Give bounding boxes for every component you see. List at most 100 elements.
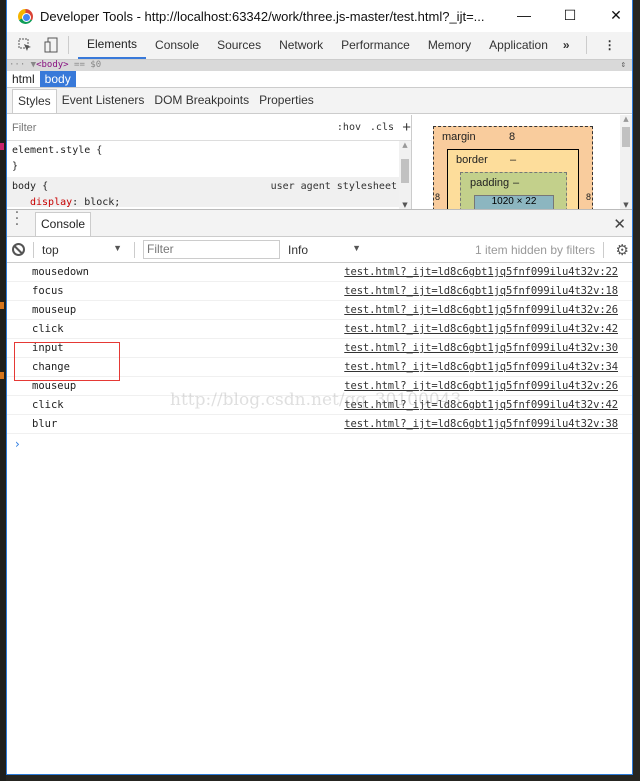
console-settings-gear-icon[interactable]: ⚙ [616,241,629,259]
hover-state-button[interactable]: :hov [337,122,361,133]
margin-label: margin [442,131,476,143]
console-message-text[interactable]: blur [32,415,57,433]
console-drawer: · · · Console ✕ top ▼ Filter Info ▼ 1 item… [7,206,632,774]
clear-console-icon[interactable] [12,243,25,256]
context-selector[interactable]: top ▼ [42,243,122,257]
scrollbar-thumb[interactable] [622,127,630,147]
console-message-source-link[interactable]: test.html?_ijt=ld8c6gbt1jq5fnf099ilu4t32… [344,377,618,395]
console-message-source-link[interactable]: test.html?_ijt=ld8c6gbt1jq5fnf099ilu4t32… [344,301,618,319]
border-top-value[interactable]: – [510,154,516,166]
tab-console[interactable]: Console [146,32,208,59]
tab-event-listeners[interactable]: Event Listeners [57,89,150,113]
console-filter-input[interactable]: Filter [143,240,280,259]
more-tabs-button[interactable]: » [557,32,576,59]
context-value: top [42,242,59,257]
console-message-text[interactable]: mouseup [32,301,76,319]
styles-filter-input[interactable]: Filter [12,122,36,134]
scroll-down-icon[interactable]: ▼ [399,201,411,209]
editor-gutter-mark [0,372,4,379]
rule-origin: user agent stylesheet [270,181,397,192]
console-toolbar: top ▼ Filter Info ▼ 1 item hidden by fil… [7,237,632,263]
tab-elements[interactable]: Elements [78,32,147,59]
tab-memory[interactable]: Memory [419,32,480,59]
editor-gutter-mark [0,302,4,309]
tab-application[interactable]: Application [480,32,557,59]
devtools-window: Developer Tools - http://localhost:63342… [6,0,633,775]
console-prompt[interactable]: › [7,434,632,454]
console-message-source-link[interactable]: test.html?_ijt=ld8c6gbt1jq5fnf099ilu4t32… [344,282,618,300]
device-toolbar-icon[interactable] [42,36,60,54]
hidden-items-message[interactable]: 1 item hidden by filters [475,243,595,257]
highlight-annotation-box [14,342,120,381]
toolbar-divider [585,36,587,54]
selected-node-ref: == $0 [68,60,102,70]
scrollbar-thumb[interactable] [401,159,409,183]
toolbar-divider [33,241,34,258]
console-message: mouseup test.html?_ijt=ld8c6gbt1jq5fnf09… [7,301,632,320]
tab-performance[interactable]: Performance [332,32,419,59]
tab-styles[interactable]: Styles [12,89,57,113]
resize-handle-icon[interactable]: ⇕ [621,60,626,71]
element-style-rule[interactable]: element.style { } [7,141,411,177]
console-message-source-link[interactable]: test.html?_ijt=ld8c6gbt1jq5fnf099ilu4t32… [344,358,618,376]
tab-network[interactable]: Network [270,32,332,59]
selected-node-line[interactable]: ··· ▼<body> == $0 ⇕ [7,60,632,71]
scroll-down-icon[interactable]: ▼ [620,201,632,209]
chrome-logo-icon [18,8,33,24]
sidebar-tabs: Styles Event Listeners DOM Breakpoints P… [7,88,632,114]
margin-top-value[interactable]: 8 [509,131,515,143]
log-level-selector[interactable]: Info ▼ [288,243,361,257]
console-message-source-link[interactable]: test.html?_ijt=ld8c6gbt1jq5fnf099ilu4t32… [344,415,618,433]
padding-top-value[interactable]: – [513,177,519,189]
scroll-up-icon[interactable]: ▲ [620,115,632,123]
drawer-menu-icon[interactable]: · · · [7,206,27,232]
customize-menu-button[interactable]: ⋮ [596,32,624,59]
dropdown-arrow-icon: ▼ [113,242,122,253]
inspect-element-icon[interactable] [16,36,34,54]
margin-left-value[interactable]: 8 [435,192,440,202]
box-model-scrollbar[interactable]: ▲ ▼ [620,115,632,209]
console-message-text[interactable]: focus [32,282,64,300]
editor-gutter-mark [0,143,4,150]
console-message: click test.html?_ijt=ld8c6gbt1jq5fnf099i… [7,396,632,415]
tab-properties[interactable]: Properties [254,89,319,113]
console-message-source-link[interactable]: test.html?_ijt=ld8c6gbt1jq5fnf099ilu4t32… [344,320,618,338]
toolbar-divider [603,242,604,258]
breadcrumb: html body [7,71,632,88]
console-message-source-link[interactable]: test.html?_ijt=ld8c6gbt1jq5fnf099ilu4t32… [344,339,618,357]
new-style-rule-button[interactable]: + [402,119,411,136]
window-title: Developer Tools - http://localhost:63342… [40,8,485,24]
expand-arrow-icon[interactable]: ··· ▼ [9,60,36,70]
console-message-source-link[interactable]: test.html?_ijt=ld8c6gbt1jq5fnf099ilu4t32… [344,396,618,414]
console-message-source-link[interactable]: test.html?_ijt=ld8c6gbt1jq5fnf099ilu4t32… [344,263,618,281]
class-toggle-button[interactable]: .cls [370,122,394,133]
minimize-button[interactable]: — [514,7,534,23]
styles-filter-row: Filter :hov .cls + [7,115,411,141]
margin-right-value[interactable]: 8 [586,192,591,202]
css-property-name[interactable]: display [12,197,72,208]
tab-sources[interactable]: Sources [208,32,270,59]
tab-dom-breakpoints[interactable]: DOM Breakpoints [149,89,254,113]
console-message: mousedown test.html?_ijt=ld8c6gbt1jq5fnf… [7,263,632,282]
breadcrumb-html[interactable]: html [7,71,40,87]
rule-selector: element.style { [12,145,103,156]
body-style-rule[interactable]: body { user agent stylesheet display: bl… [7,177,411,208]
rule-close: } [12,161,19,172]
box-model-diagram: margin 8 8 8 border – padding – 1020 × 2… [413,115,632,232]
drawer-tab-console[interactable]: Console [35,212,92,236]
close-window-button[interactable]: ✕ [606,7,626,24]
maximize-button[interactable]: ☐ [560,7,580,24]
console-message-text[interactable]: click [32,320,64,338]
console-message: blur test.html?_ijt=ld8c6gbt1jq5fnf099il… [7,415,632,434]
scroll-up-icon[interactable]: ▲ [399,141,411,149]
breadcrumb-body[interactable]: body [39,71,76,87]
css-property-value[interactable]: block; [84,197,120,208]
selected-node-tag[interactable]: <body> [36,60,69,70]
styles-scrollbar[interactable]: ▲ ▼ [399,141,411,209]
console-message-text[interactable]: click [32,396,64,414]
border-label: border [456,154,488,166]
dropdown-arrow-icon: ▼ [352,242,361,253]
devtools-toolbar: Elements Console Sources Network Perform… [7,32,632,60]
close-drawer-button[interactable]: ✕ [613,215,626,233]
console-message-text[interactable]: mousedown [32,263,89,281]
